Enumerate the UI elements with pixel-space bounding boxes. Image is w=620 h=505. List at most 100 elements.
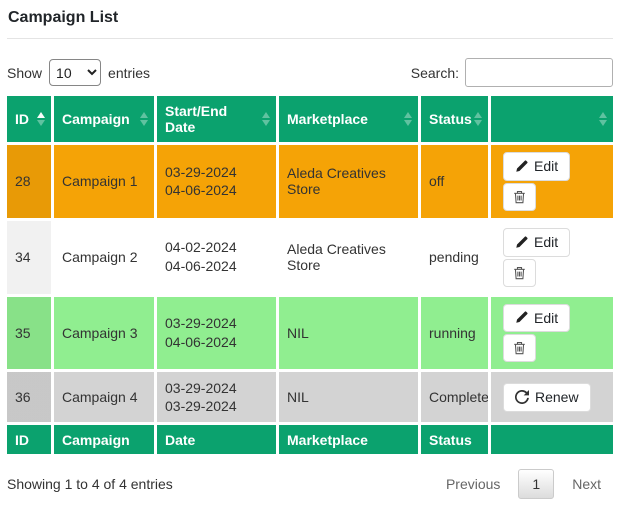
header-date[interactable]: Start/End Date <box>157 96 279 145</box>
next-page-button[interactable]: Next <box>560 470 613 498</box>
edit-button[interactable]: Edit <box>503 152 570 181</box>
cell-dates: 03-29-2024 04-06-2024 <box>157 297 279 373</box>
footer-date: Date <box>157 425 279 457</box>
sort-icons <box>37 112 45 126</box>
pencil-icon <box>515 160 528 173</box>
sort-icons <box>262 112 270 126</box>
footer-marketplace: Marketplace <box>279 425 421 457</box>
sort-desc-icon <box>140 120 148 126</box>
campaign-table: ID Campaign Start/End Date Marketplace S… <box>7 96 613 457</box>
cell-status: pending <box>421 221 491 297</box>
cell-actions: Renew <box>491 372 613 425</box>
show-label: Show <box>7 65 42 81</box>
page-length-control: Show 10 entries <box>7 59 150 86</box>
cell-campaign: Campaign 3 <box>54 297 157 373</box>
page-title: Campaign List <box>8 9 613 27</box>
sort-icons <box>474 112 482 126</box>
sort-asc-icon <box>599 112 607 118</box>
footer-status: Status <box>421 425 491 457</box>
cell-status: off <box>421 145 491 221</box>
sort-desc-icon <box>474 120 482 126</box>
end-date: 04-06-2024 <box>165 181 268 200</box>
header-marketplace[interactable]: Marketplace <box>279 96 421 145</box>
table-body: 28 Campaign 1 03-29-2024 04-06-2024 Aled… <box>7 145 613 425</box>
sort-desc-icon <box>37 120 45 126</box>
cell-marketplace: Aleda Creatives Store <box>279 145 421 221</box>
table-row: 35 Campaign 3 03-29-2024 04-06-2024 NIL … <box>7 297 613 373</box>
end-date: 04-06-2024 <box>165 257 268 276</box>
header-row: ID Campaign Start/End Date Marketplace S… <box>7 96 613 145</box>
header-id-label: ID <box>15 111 29 127</box>
sort-asc-icon <box>37 112 45 118</box>
cell-id: 28 <box>7 145 54 221</box>
pencil-icon <box>515 236 528 249</box>
cell-dates: 03-29-2024 04-06-2024 <box>157 145 279 221</box>
delete-button[interactable] <box>503 334 536 362</box>
cell-id: 35 <box>7 297 54 373</box>
sort-icons <box>599 112 607 126</box>
cell-marketplace: NIL <box>279 372 421 425</box>
footer-row: ID Campaign Date Marketplace Status <box>7 425 613 457</box>
footer-actions <box>491 425 613 457</box>
renew-button-label: Renew <box>535 389 579 406</box>
table-head: ID Campaign Start/End Date Marketplace S… <box>7 96 613 145</box>
cell-campaign: Campaign 1 <box>54 145 157 221</box>
sort-icons <box>404 112 412 126</box>
trash-icon <box>513 341 526 355</box>
cell-status: Complete <box>421 372 491 425</box>
start-date: 04-02-2024 <box>165 238 268 257</box>
header-status[interactable]: Status <box>421 96 491 145</box>
cell-status: running <box>421 297 491 373</box>
cell-campaign: Campaign 2 <box>54 221 157 297</box>
entries-label: entries <box>108 65 150 81</box>
sort-asc-icon <box>140 112 148 118</box>
sort-icons <box>140 112 148 126</box>
sort-desc-icon <box>404 120 412 126</box>
previous-page-button[interactable]: Previous <box>434 470 512 498</box>
cell-actions: Edit <box>491 221 613 297</box>
edit-button[interactable]: Edit <box>503 304 570 333</box>
cell-actions: Edit <box>491 297 613 373</box>
cell-campaign: Campaign 4 <box>54 372 157 425</box>
table-controls: Show 10 entries Search: <box>7 58 613 87</box>
sort-desc-icon <box>599 120 607 126</box>
header-actions[interactable] <box>491 96 613 145</box>
footer-id: ID <box>7 425 54 457</box>
cell-dates: 03-29-2024 03-29-2024 <box>157 372 279 425</box>
search-label: Search: <box>411 65 459 81</box>
table-row: 36 Campaign 4 03-29-2024 03-29-2024 NIL … <box>7 372 613 425</box>
header-campaign-label: Campaign <box>62 111 130 127</box>
pagination: Previous 1 Next <box>434 469 613 499</box>
header-campaign[interactable]: Campaign <box>54 96 157 145</box>
search-input[interactable] <box>465 58 613 87</box>
edit-button-label: Edit <box>534 158 558 175</box>
edit-button[interactable]: Edit <box>503 228 570 257</box>
header-id[interactable]: ID <box>7 96 54 145</box>
sort-desc-icon <box>262 120 270 126</box>
refresh-icon <box>515 390 529 404</box>
current-page-button[interactable]: 1 <box>518 469 554 499</box>
start-date: 03-29-2024 <box>165 163 268 182</box>
trash-icon <box>513 190 526 204</box>
footer-campaign: Campaign <box>54 425 157 457</box>
delete-button[interactable] <box>503 259 536 287</box>
cell-actions: Edit <box>491 145 613 221</box>
start-date: 03-29-2024 <box>165 314 268 333</box>
search-control: Search: <box>411 58 613 87</box>
header-marketplace-label: Marketplace <box>287 111 368 127</box>
entries-summary: Showing 1 to 4 of 4 entries <box>7 476 173 492</box>
renew-button[interactable]: Renew <box>503 383 591 412</box>
cell-dates: 04-02-2024 04-06-2024 <box>157 221 279 297</box>
delete-button[interactable] <box>503 183 536 211</box>
table-foot: ID Campaign Date Marketplace Status <box>7 425 613 457</box>
cell-marketplace: NIL <box>279 297 421 373</box>
cell-id: 34 <box>7 221 54 297</box>
title-divider <box>7 38 613 39</box>
edit-button-label: Edit <box>534 234 558 251</box>
sort-asc-icon <box>474 112 482 118</box>
cell-id: 36 <box>7 372 54 425</box>
start-date: 03-29-2024 <box>165 379 268 398</box>
table-row: 34 Campaign 2 04-02-2024 04-06-2024 Aled… <box>7 221 613 297</box>
page-length-select[interactable]: 10 <box>49 59 101 86</box>
end-date: 04-06-2024 <box>165 333 268 352</box>
